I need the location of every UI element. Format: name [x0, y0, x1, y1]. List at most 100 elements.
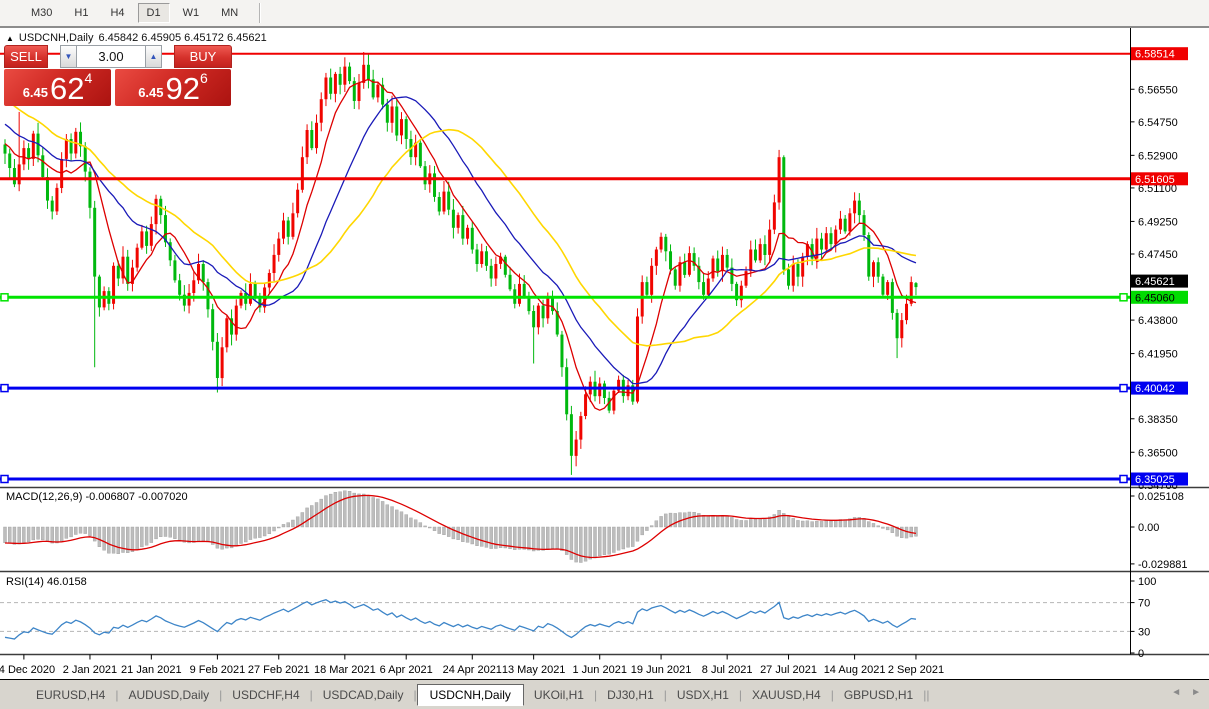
macd-axis[interactable] — [1130, 495, 1135, 565]
chart-tabs: EURUSD,H4 | AUDUSD,Daily | USDCHF,H4 | USDCAD,… — [26, 683, 929, 706]
candle-body — [702, 282, 706, 295]
price-line-label-text: 6.45060 — [1135, 292, 1175, 304]
macd-histogram-bar — [338, 491, 342, 528]
buy-price-sup: 6 — [200, 70, 208, 86]
price-line-label-text: 6.35025 — [1135, 474, 1175, 486]
candle-body — [45, 177, 49, 201]
chart-tab-ukoil[interactable]: UKOil,H1 — [524, 685, 594, 705]
volume-input[interactable]: 3.00 — [77, 45, 145, 68]
chart-tab-eurusd[interactable]: EURUSD,H4 — [26, 685, 115, 705]
macd-histogram-bar — [220, 526, 224, 550]
macd-histogram-bar — [45, 526, 50, 542]
chart-tab-usdcnh[interactable]: USDCNH,Daily — [416, 683, 524, 706]
buy-button[interactable]: BUY — [174, 45, 232, 68]
candle-body — [31, 133, 35, 159]
timeframe-button-mn[interactable]: MN — [212, 3, 247, 23]
chart-tab-usdx[interactable]: USDX,H1 — [667, 685, 739, 705]
sell-button[interactable]: SELL — [4, 45, 48, 68]
date-tick-label: 14 Aug 2021 — [824, 664, 886, 676]
candle-body — [782, 157, 786, 270]
chart-tab-bar: EURUSD,H4 | AUDUSD,Daily | USDCHF,H4 | USDCAD,… — [0, 679, 1209, 709]
candle-body — [239, 292, 243, 306]
candle-body — [357, 82, 361, 101]
candle-body — [135, 247, 139, 268]
timeframe-button-d1[interactable]: D1 — [137, 3, 170, 23]
chart-tab-gbpusd[interactable]: GBPUSD,H1 — [834, 685, 923, 705]
chart-tab-dj30[interactable]: DJ30,H1 — [597, 685, 664, 705]
macd-histogram-bar — [659, 516, 663, 528]
candle-body — [211, 309, 215, 342]
candle-body — [541, 305, 545, 319]
tabs-scroll-left-icon[interactable]: ◄ — [1171, 687, 1181, 698]
macd-histogram-bar — [144, 526, 149, 546]
line-handle[interactable] — [1119, 293, 1128, 302]
macd-histogram-bar — [272, 526, 276, 532]
macd-histogram-bar — [173, 526, 177, 539]
rsi-scale-label: 70 — [1138, 598, 1150, 610]
candle-body — [41, 155, 45, 177]
macd-histogram-bar — [352, 492, 356, 528]
candle-body — [522, 283, 526, 297]
candle-body — [602, 383, 606, 398]
volume-decrease-icon[interactable]: ▼ — [60, 45, 77, 68]
macd-histogram-bar — [687, 511, 692, 528]
candle-body — [149, 224, 153, 246]
chart-window[interactable]: 6.56550 6.54750 6.52900 6.51100 6.49250 6.474… — [0, 28, 1209, 679]
macd-histogram-bar — [267, 526, 272, 535]
rsi-axis[interactable] — [1130, 580, 1135, 654]
candle-body — [253, 283, 257, 297]
chart-tab-usdchf[interactable]: USDCHF,H4 — [222, 685, 309, 705]
price-tick-label: 6.43800 — [1138, 315, 1178, 327]
macd-histogram-bar — [720, 515, 725, 528]
volume-increase-icon[interactable]: ▲ — [145, 45, 162, 68]
macd-histogram-bar — [442, 526, 446, 536]
macd-histogram-bar — [333, 492, 338, 528]
date-tick-label: 27 Jul 2021 — [760, 664, 817, 676]
line-handle[interactable] — [0, 383, 9, 393]
price-line-label-text: 6.58514 — [1135, 49, 1175, 61]
macd-histogram-bar — [380, 501, 385, 528]
chart-tab-usdcad[interactable]: USDCAD,Daily — [313, 685, 414, 705]
timeframe-button-w1[interactable]: W1 — [174, 3, 209, 23]
candle-body — [876, 262, 880, 277]
macd-histogram-bar — [163, 526, 168, 537]
chart-tab-xauusd[interactable]: XAUUSD,H4 — [742, 685, 831, 705]
price-tick-label: 6.47450 — [1138, 249, 1178, 261]
candle-body — [286, 220, 290, 237]
macd-histogram-bar — [328, 493, 333, 528]
candle-body — [461, 215, 465, 239]
macd-histogram-bar — [881, 526, 885, 529]
chart-tab-audusd[interactable]: AUDUSD,Daily — [118, 685, 219, 705]
timeframe-button-h1[interactable]: H1 — [65, 3, 97, 23]
timeframe-button-h4[interactable]: H4 — [101, 3, 133, 23]
macd-histogram-bar — [8, 526, 12, 544]
candle-body — [83, 146, 87, 172]
macd-histogram-bar — [730, 517, 734, 528]
macd-histogram-bar — [362, 493, 366, 528]
moving-average-line-34 — [4, 96, 917, 347]
macd-scale-label: -0.029881 — [1138, 559, 1188, 571]
macd-histogram-bar — [423, 525, 427, 528]
macd-histogram-bar — [484, 526, 489, 548]
chart-collapse-triangle-icon[interactable]: ▲ — [6, 34, 14, 43]
macd-histogram-bar — [749, 519, 753, 528]
line-handle[interactable] — [0, 293, 9, 302]
line-handle[interactable] — [1119, 474, 1128, 484]
candle-body — [470, 227, 474, 250]
timeframe-toolbar: M30 H1 H4 D1 W1 MN — [0, 0, 1209, 28]
candle-body — [843, 218, 847, 232]
tabs-scroll-right-icon[interactable]: ► — [1191, 687, 1201, 698]
buy-price-panel[interactable]: 6.45 92 6 — [115, 69, 231, 106]
macd-histogram-bar — [574, 526, 578, 563]
macd-histogram-bar — [83, 526, 87, 534]
chart-canvas[interactable]: 6.565506.547506.529006.511006.492506.474… — [0, 28, 1209, 679]
line-handle[interactable] — [0, 474, 9, 484]
macd-histogram-bar — [253, 526, 257, 539]
candle-body — [475, 249, 479, 264]
sell-price-panel[interactable]: 6.45 62 4 — [4, 69, 111, 106]
line-handle[interactable] — [1119, 383, 1128, 393]
one-click-trading-widget: SELL ▼ 3.00 ▲ BUY 6.45 62 4 6.45 92 6 — [4, 45, 232, 106]
candle-body — [791, 264, 795, 286]
candle-body — [484, 251, 488, 266]
timeframe-button-m30[interactable]: M30 — [22, 3, 61, 23]
